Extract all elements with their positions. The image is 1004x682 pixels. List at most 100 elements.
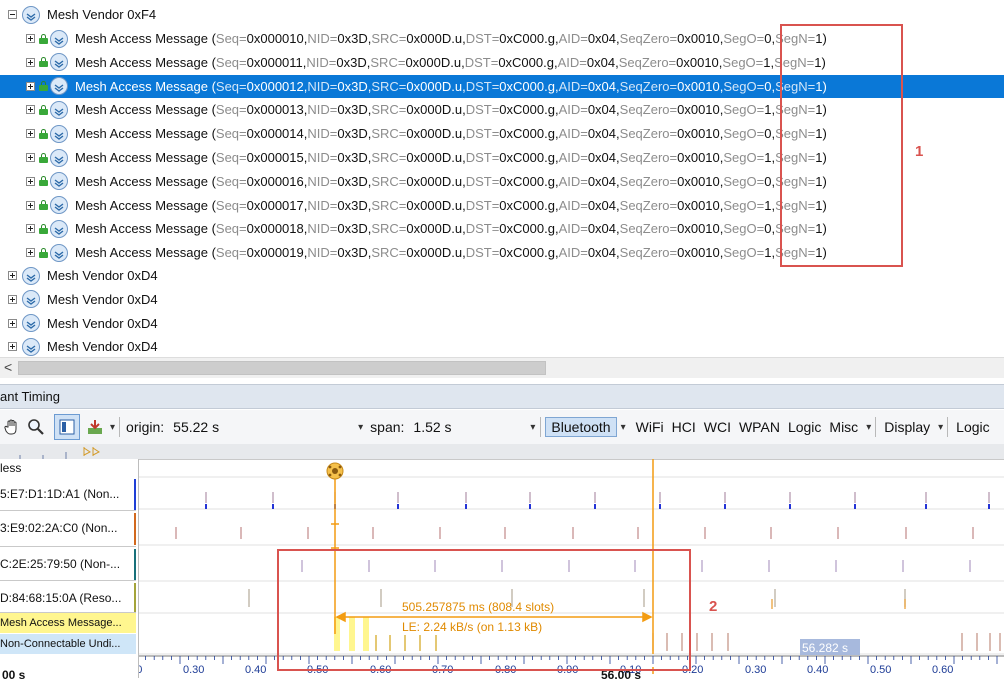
bluetooth-icon (50, 124, 68, 143)
axis-tick-label: 0.40 (807, 664, 828, 676)
callout-2: 2 (709, 598, 718, 615)
field-name: NID= (307, 102, 338, 118)
expand-icon[interactable] (26, 248, 35, 258)
expand-icon[interactable] (26, 81, 35, 91)
sego-value: 1 (764, 245, 772, 261)
scroll-left-icon[interactable]: < (4, 359, 12, 375)
tree-row-vendor-d4[interactable]: Mesh Vendor 0xD4 (0, 264, 1004, 287)
expand-icon[interactable] (8, 294, 17, 304)
aid-value: 0x04 (587, 221, 617, 237)
expand-icon[interactable] (8, 318, 17, 328)
field-name: DST= (465, 126, 500, 142)
lane-address: C:2E:25:79:50 (Non-... (0, 557, 121, 571)
field-name: SegO= (723, 221, 765, 237)
expand-icon[interactable] (26, 200, 35, 210)
axis-tick-label: 0.40 (245, 664, 266, 676)
expand-icon[interactable] (8, 271, 17, 280)
bluetooth-icon (50, 100, 68, 119)
aid-value: 0x04 (587, 150, 617, 165)
field-name: NID= (307, 245, 338, 261)
menu-wpan[interactable]: WPAN (735, 419, 784, 435)
bluetooth-icon (22, 266, 40, 285)
origin-combobox[interactable]: 55.22 s ▾ (172, 418, 364, 436)
split-view-icon[interactable] (54, 414, 80, 440)
axis-tick-label: 0.30 (745, 664, 766, 676)
lane-color-bar (134, 479, 136, 510)
expand-icon[interactable] (8, 342, 17, 352)
bluetooth-filter-button[interactable]: Bluetooth (545, 417, 617, 437)
expand-icon[interactable] (26, 153, 35, 162)
scrollbar-thumb[interactable] (18, 361, 546, 375)
span-label: span: (370, 419, 405, 435)
field-name: SeqZero= (619, 221, 678, 237)
field-name: Seq= (215, 197, 247, 213)
field-name: SeqZero= (619, 102, 678, 118)
seqzero-value: 0x0010 (677, 102, 720, 118)
tree-row-vendor-f4[interactable]: Mesh Vendor 0xF4 (0, 3, 1004, 26)
sego-value: 0 (764, 221, 772, 237)
hand-icon[interactable] (0, 415, 24, 439)
chevron-down-icon[interactable]: ▾ (866, 422, 871, 433)
lock-icon (39, 128, 48, 139)
field-name: SegO= (723, 78, 765, 94)
sublane-mesh-access[interactable]: Mesh Access Message... (0, 613, 136, 633)
lane-label[interactable]: D:84:68:15:0A (Reso... (0, 581, 136, 613)
field-name: NID= (307, 78, 338, 94)
expand-icon[interactable] (26, 224, 35, 234)
collapse-icon[interactable] (8, 10, 17, 19)
message-label: Mesh Access Message (75, 173, 208, 189)
lane-label[interactable]: 5:E7:D1:1D:A1 (Non... (0, 477, 136, 511)
timeline-ruler[interactable] (0, 444, 1004, 460)
chevron-down-icon[interactable]: ▾ (358, 422, 363, 433)
axis-left-label: 00 s (2, 668, 26, 682)
field-name: Seq= (215, 54, 247, 70)
chevron-down-icon[interactable]: ▾ (621, 422, 626, 433)
magnifier-icon[interactable] (24, 415, 48, 439)
sublane-non-connectable[interactable]: Non-Connectable Undi... (0, 634, 136, 654)
bluetooth-icon (50, 53, 68, 72)
expand-icon[interactable] (26, 105, 35, 115)
sego-value: 0 (764, 126, 772, 142)
lock-icon (39, 104, 48, 115)
chevron-down-icon[interactable]: ▾ (530, 422, 535, 433)
chevron-down-icon[interactable]: ▾ (110, 422, 115, 433)
tree-row-vendor-d4[interactable]: Mesh Vendor 0xD4 (0, 288, 1004, 311)
bluetooth-icon (22, 314, 40, 333)
menu-logic[interactable]: Logic (784, 419, 825, 435)
chevron-down-icon[interactable]: ▾ (938, 422, 943, 433)
ruler-marker-icon (83, 447, 100, 456)
field-name: DST= (465, 173, 500, 189)
menu-logic-right[interactable]: Logic (952, 419, 993, 435)
expand-icon[interactable] (26, 176, 35, 186)
nid-value: 0x3D (337, 173, 368, 189)
expand-icon[interactable] (26, 34, 35, 43)
expand-icon[interactable] (26, 57, 35, 67)
message-label: Mesh Access Message (75, 245, 208, 261)
lane-label[interactable]: C:2E:25:79:50 (Non-... (0, 547, 136, 581)
menu-wci[interactable]: WCI (700, 419, 735, 435)
tree-row-vendor-d4[interactable]: Mesh Vendor 0xD4 (0, 335, 1004, 357)
field-name: NID= (307, 221, 338, 237)
expand-icon[interactable] (26, 129, 35, 139)
nid-value: 0x3D (337, 102, 368, 118)
src-value: 0x000D.u (406, 197, 463, 213)
menu-misc[interactable]: Misc (825, 419, 862, 435)
tree-row-vendor-d4[interactable]: Mesh Vendor 0xD4 (0, 312, 1004, 335)
lane-address: 5:E7:D1:1D:A1 (Non... (0, 487, 120, 501)
horizontal-scrollbar[interactable]: < (0, 357, 1004, 378)
axis-tick-label: 0.50 (870, 664, 891, 676)
menu-display[interactable]: Display (880, 419, 934, 435)
seq-value: 0x000015 (246, 150, 304, 165)
lane-label[interactable]: 3:E9:02:2A:C0 (Non... (0, 511, 136, 547)
menu-wifi[interactable]: WiFi (632, 419, 668, 435)
span-combobox[interactable]: 1.52 s ▾ (412, 418, 536, 436)
dst-value: 0xC000.g (499, 245, 555, 261)
field-name: SRC= (371, 245, 407, 261)
marker-tool-icon[interactable] (84, 415, 106, 439)
field-name: NID= (307, 173, 338, 189)
sego-value: 1 (764, 197, 772, 213)
field-name: SRC= (371, 31, 407, 46)
aid-value: 0x04 (586, 54, 616, 70)
menu-hci[interactable]: HCI (668, 419, 700, 435)
seqzero-value: 0x0010 (677, 126, 720, 142)
